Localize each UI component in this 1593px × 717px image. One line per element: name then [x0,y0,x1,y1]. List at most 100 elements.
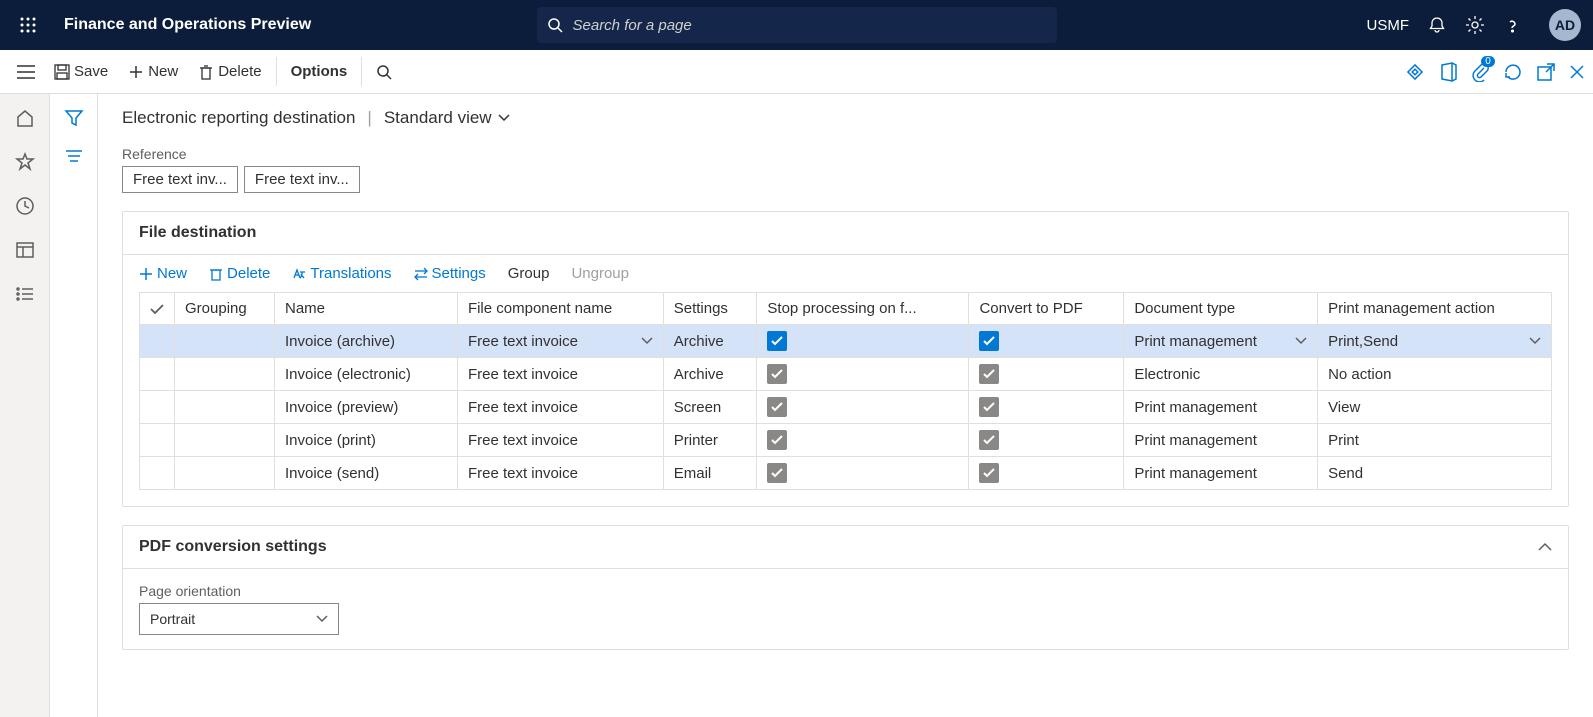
cell-component[interactable]: Free text invoice [457,358,663,391]
checkbox-convert[interactable] [979,364,999,384]
reference-pill[interactable]: Free text inv... [122,166,238,193]
clock-icon[interactable] [15,196,35,216]
col-settings[interactable]: Settings [663,293,757,325]
cell-settings[interactable]: Archive [663,358,757,391]
row-selector[interactable] [140,424,175,457]
filter-icon[interactable] [64,108,84,128]
table-row[interactable]: Invoice (archive) Free text invoice Arch… [140,325,1552,358]
cell-component[interactable]: Free text invoice [457,424,663,457]
view-selector[interactable]: Standard view [384,108,510,128]
gear-icon[interactable] [1465,15,1485,35]
search-action-button[interactable] [366,58,402,86]
cell-pmaction[interactable]: View [1318,391,1552,424]
table-row[interactable]: Invoice (electronic) Free text invoice A… [140,358,1552,391]
diamond-icon[interactable] [1405,62,1425,82]
avatar[interactable]: AD [1549,9,1581,41]
cell-convert[interactable] [969,424,1124,457]
help-icon[interactable] [1503,15,1523,35]
home-icon[interactable] [15,108,35,128]
row-selector[interactable] [140,358,175,391]
col-name[interactable]: Name [275,293,458,325]
cell-settings[interactable]: Email [663,457,757,490]
cell-convert[interactable] [969,457,1124,490]
cell-convert[interactable] [969,391,1124,424]
orientation-select[interactable]: Portrait [139,603,339,635]
cell-pmaction[interactable]: Print [1318,424,1552,457]
row-selector[interactable] [140,325,175,358]
bell-icon[interactable] [1427,15,1447,35]
chevron-down-icon[interactable] [1295,337,1307,345]
cell-pmaction[interactable]: Print,Send [1318,325,1552,358]
table-row[interactable]: Invoice (preview) Free text invoice Scre… [140,391,1552,424]
cell-component[interactable]: Free text invoice [457,457,663,490]
cell-grouping[interactable] [175,325,275,358]
cell-doctype[interactable]: Print management [1124,457,1318,490]
cell-doctype[interactable]: Electronic [1124,358,1318,391]
checkbox-convert[interactable] [979,463,999,483]
search-input[interactable] [537,7,1057,43]
attach-icon[interactable]: 0 [1471,62,1489,82]
pdf-conversion-title[interactable]: PDF conversion settings [123,526,1568,569]
cell-grouping[interactable] [175,457,275,490]
cell-convert[interactable] [969,358,1124,391]
office-icon[interactable] [1439,62,1457,82]
col-select[interactable] [140,293,175,325]
cell-settings[interactable]: Archive [663,325,757,358]
checkbox-stop[interactable] [767,364,787,384]
cell-doctype[interactable]: Print management [1124,391,1318,424]
star-icon[interactable] [15,152,35,172]
reference-pill[interactable]: Free text inv... [244,166,360,193]
col-doctype[interactable]: Document type [1124,293,1318,325]
cell-stop[interactable] [757,424,969,457]
cell-stop[interactable] [757,358,969,391]
cell-doctype[interactable]: Print management [1124,424,1318,457]
cell-grouping[interactable] [175,391,275,424]
tb-settings-button[interactable]: Settings [414,265,486,282]
cell-pmaction[interactable]: No action [1318,358,1552,391]
save-button[interactable]: Save [44,57,118,86]
options-button[interactable]: Options [276,57,363,86]
checkbox-stop[interactable] [767,331,787,351]
cell-doctype[interactable]: Print management [1124,325,1318,358]
cell-grouping[interactable] [175,424,275,457]
delete-button[interactable]: Delete [188,57,271,86]
cell-stop[interactable] [757,391,969,424]
cell-settings[interactable]: Screen [663,391,757,424]
cell-component[interactable]: Free text invoice [457,325,663,358]
close-icon[interactable] [1569,64,1585,80]
company-code[interactable]: USMF [1367,17,1410,34]
col-component[interactable]: File component name [457,293,663,325]
checkbox-stop[interactable] [767,397,787,417]
list-icon[interactable] [15,284,35,304]
collapse-icon[interactable] [1538,542,1552,552]
cell-name[interactable]: Invoice (preview) [275,391,458,424]
col-stop[interactable]: Stop processing on f... [757,293,969,325]
row-selector[interactable] [140,457,175,490]
workspace-icon[interactable] [15,240,35,260]
app-launcher-icon[interactable] [12,9,44,41]
cell-name[interactable]: Invoice (archive) [275,325,458,358]
cell-name[interactable]: Invoice (electronic) [275,358,458,391]
cell-stop[interactable] [757,325,969,358]
checkbox-stop[interactable] [767,430,787,450]
chevron-down-icon[interactable] [641,337,653,345]
hamburger-icon[interactable] [8,65,44,79]
row-selector[interactable] [140,391,175,424]
cell-grouping[interactable] [175,358,275,391]
tb-new-button[interactable]: New [139,265,187,282]
table-row[interactable]: Invoice (print) Free text invoice Printe… [140,424,1552,457]
cell-component[interactable]: Free text invoice [457,391,663,424]
col-grouping[interactable]: Grouping [175,293,275,325]
cell-pmaction[interactable]: Send [1318,457,1552,490]
cell-convert[interactable] [969,325,1124,358]
checkbox-stop[interactable] [767,463,787,483]
refresh-icon[interactable] [1503,62,1523,82]
col-pmaction[interactable]: Print management action [1318,293,1552,325]
checkbox-convert[interactable] [979,430,999,450]
cell-settings[interactable]: Printer [663,424,757,457]
tb-translations-button[interactable]: Translations [292,265,391,282]
checkbox-convert[interactable] [979,397,999,417]
cell-name[interactable]: Invoice (send) [275,457,458,490]
cell-name[interactable]: Invoice (print) [275,424,458,457]
popout-icon[interactable] [1537,63,1555,81]
